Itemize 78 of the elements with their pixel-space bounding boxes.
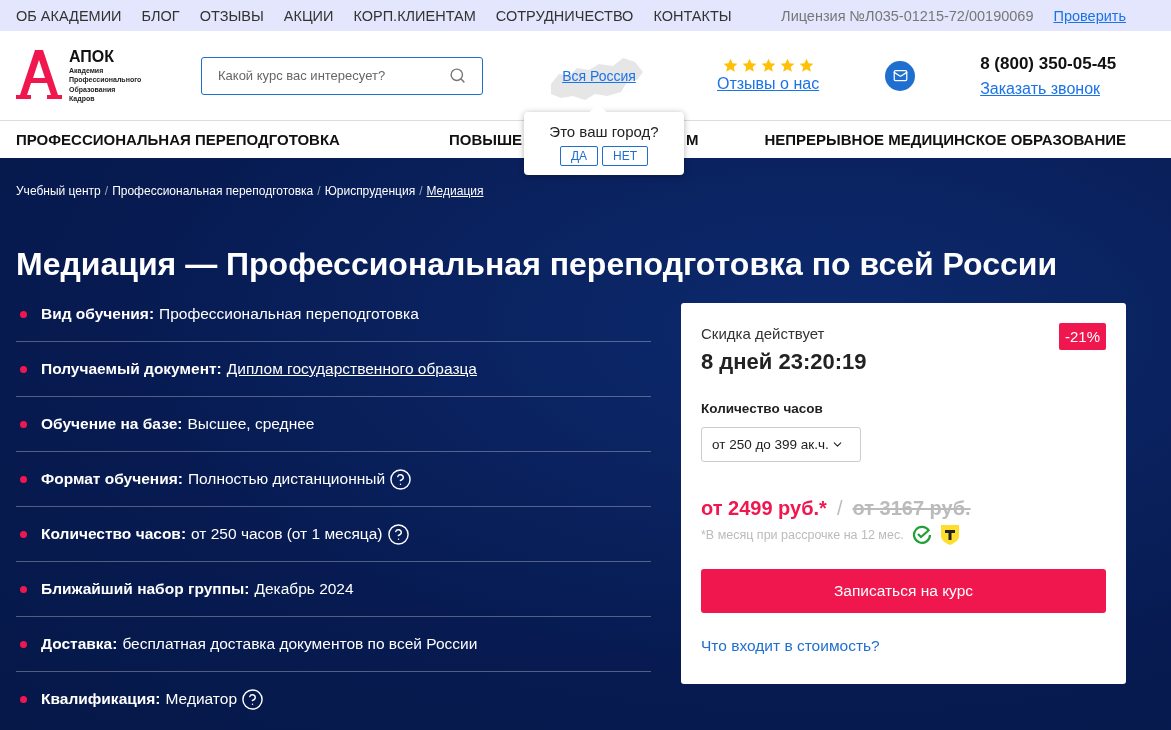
city-answer-button[interactable]: ДА [559,145,599,166]
bullet-dot [20,420,27,428]
fact-value: Декабрь 2024 [254,580,354,598]
city-question: Это ваш город? [549,122,659,140]
discount-badge: -21% [1058,323,1106,350]
price-separator: / [836,497,843,520]
top-menu-link[interactable]: ОБ АКАДЕМИИ [16,7,122,24]
star-icon [741,58,757,73]
breadcrumb-link[interactable]: Медиация [426,184,484,198]
logo-letter-icon [16,47,62,100]
old-price: от 3167 руб. [852,497,971,520]
top-menu-link[interactable]: КОНТАКТЫ [653,7,732,24]
price: от 2499 руб.* [701,497,827,520]
mail-icon [892,68,908,83]
fact-label: Формат обучения: [41,470,183,488]
installment-note: *В месяц при рассрочке на 12 мес. [701,528,904,542]
nav-link[interactable]: М [686,131,699,148]
hours-label: Количество часов [701,401,824,416]
verify-link[interactable]: Проверить [1053,7,1126,24]
bullet-dot [20,585,27,593]
help-icon[interactable] [386,522,410,546]
search-icon[interactable] [449,66,466,84]
top-menu-link[interactable]: АКЦИИ [283,7,334,24]
reviews-link[interactable]: Отзывы о нас [717,75,820,93]
logo-name: АПОК [69,47,116,66]
help-icon[interactable] [389,467,413,491]
countdown: 8 дней 23:20:19 [701,349,868,375]
fact-label: Вид обучения: [41,305,155,323]
hours-select[interactable]: от 250 до 399 ак.ч. [701,427,861,462]
top-menu-link[interactable]: КОРП.КЛИЕНТАМ [353,7,476,24]
breadcrumb-separator: / [104,184,109,198]
help-icon[interactable] [241,687,265,711]
top-menu-link[interactable]: БЛОГ [141,7,180,24]
star-icon [798,58,814,73]
search-field[interactable]: Какой курс вас интересует? [201,56,483,95]
bullet-dot [20,310,27,318]
discount-label: Скидка действует [701,325,825,342]
bullet-dot [20,475,27,483]
fact-value: Полностью дистанционный [187,470,386,488]
license-number: Лицензия №Л035-01215-72/00190069 [781,7,1034,24]
fact-label: Квалификация: [41,690,161,708]
star-icon [779,58,795,73]
fact-link[interactable]: Диплом государственного образца [226,360,477,378]
bullet-dot [20,640,27,648]
fact-value: от 250 часов (от 1 месяца) [191,525,383,543]
breadcrumb-link[interactable]: Учебный центр [16,184,101,198]
fact-label: Получаемый документ: [41,360,222,378]
bullet-dot [20,365,27,373]
breadcrumb-link[interactable]: Юриспруденция [324,184,416,198]
breadcrumb-separator: / [419,184,423,198]
bullet-dot [20,695,27,703]
top-menu-link[interactable]: ОТЗЫВЫ [199,7,264,24]
phone-number: 8 (800) 350-05-45 [980,53,1117,74]
nav-link[interactable]: НЕПРЕРЫВНОЕ МЕДИЦИНСКОЕ ОБРАЗОВАНИЕ [764,131,1126,148]
fact-value: Медиатор [165,690,238,708]
fact-label: Ближайший набор группы: [41,580,250,598]
top-menu-link[interactable]: СОТРУДНИЧЕСТВО [495,7,634,24]
page-title: Медиация — Профессиональная переподготовка по всей России [16,246,1059,283]
fact-label: Количество часов: [41,525,187,543]
mail-button[interactable] [885,60,916,91]
star-icon [722,58,738,73]
fact-value: Высшее, среднее [187,415,315,433]
city-answer-button[interactable]: НЕТ [602,145,649,166]
nav-link[interactable]: ПОВЫШЕ [448,131,522,148]
fact-value: Профессиональная переподготовка [159,305,419,323]
fact-value: бесплатная доставка документов по всей России [122,635,478,653]
star-icon [760,58,776,73]
check-circle-icon [911,525,932,545]
enroll-button[interactable]: Записаться на курс [701,569,1106,613]
bullet-dot [20,530,27,538]
fact-label: Обучение на базе: [41,415,183,433]
price-includes-link[interactable]: Что входит в стоимость? [701,637,1106,655]
callback-link[interactable]: Заказать звонок [980,79,1101,98]
breadcrumb-link[interactable]: Профессиональная переподготовка [112,184,314,198]
shield-icon [939,524,960,546]
breadcrumb-separator: / [317,184,321,198]
nav-link[interactable]: ПРОФЕССИОНАЛЬНАЯ ПЕРЕПОДГОТОВКА [16,131,340,148]
fact-label: Доставка: [41,635,118,653]
